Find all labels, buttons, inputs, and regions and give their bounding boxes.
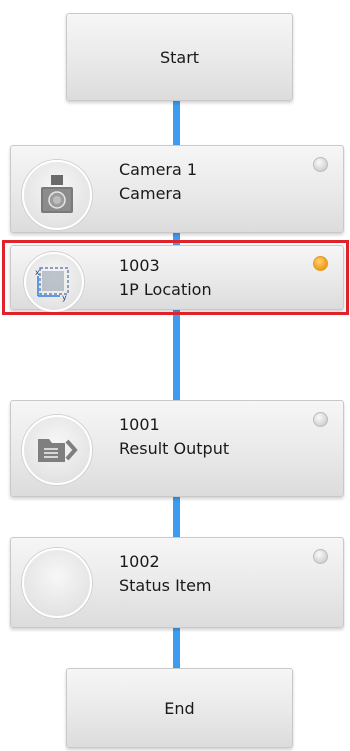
status-indicator xyxy=(313,157,328,172)
empty-circle-icon xyxy=(22,548,92,618)
step-subtitle: Status Item xyxy=(119,576,212,595)
step-subtitle: 1P Location xyxy=(119,280,212,299)
step-title: 1002 xyxy=(119,552,160,571)
step-title: 1003 xyxy=(119,256,160,275)
step-result-output[interactable]: 1001 Result Output xyxy=(10,400,344,497)
status-indicator xyxy=(313,412,328,427)
status-indicator xyxy=(313,549,328,564)
start-node[interactable]: Start xyxy=(66,13,293,101)
status-indicator xyxy=(313,256,328,271)
step-title: Camera 1 xyxy=(119,160,198,179)
step-title: 1001 xyxy=(119,415,160,434)
camera-icon xyxy=(22,160,92,230)
step-1p-location[interactable]: x y 1003 1P Location xyxy=(10,245,344,312)
connector-output-status xyxy=(173,497,180,537)
location-frame-icon: x y xyxy=(24,252,84,312)
connector-start-camera xyxy=(173,101,180,145)
svg-text:y: y xyxy=(62,293,67,302)
end-label: End xyxy=(164,698,195,718)
folder-output-icon xyxy=(22,415,92,485)
connector-status-end xyxy=(173,628,180,668)
step-subtitle: Result Output xyxy=(119,439,230,458)
step-subtitle: Camera xyxy=(119,184,182,203)
connector-location-output xyxy=(173,310,180,400)
flowchart: Start Camera 1 Camera x y 1003 1P Locati… xyxy=(0,0,350,751)
step-status-item[interactable]: 1002 Status Item xyxy=(10,537,344,628)
start-label: Start xyxy=(159,47,200,67)
svg-text:x: x xyxy=(35,268,40,277)
step-camera-1[interactable]: Camera 1 Camera xyxy=(10,145,344,233)
end-node[interactable]: End xyxy=(66,668,293,748)
connector-camera-location xyxy=(173,233,180,245)
